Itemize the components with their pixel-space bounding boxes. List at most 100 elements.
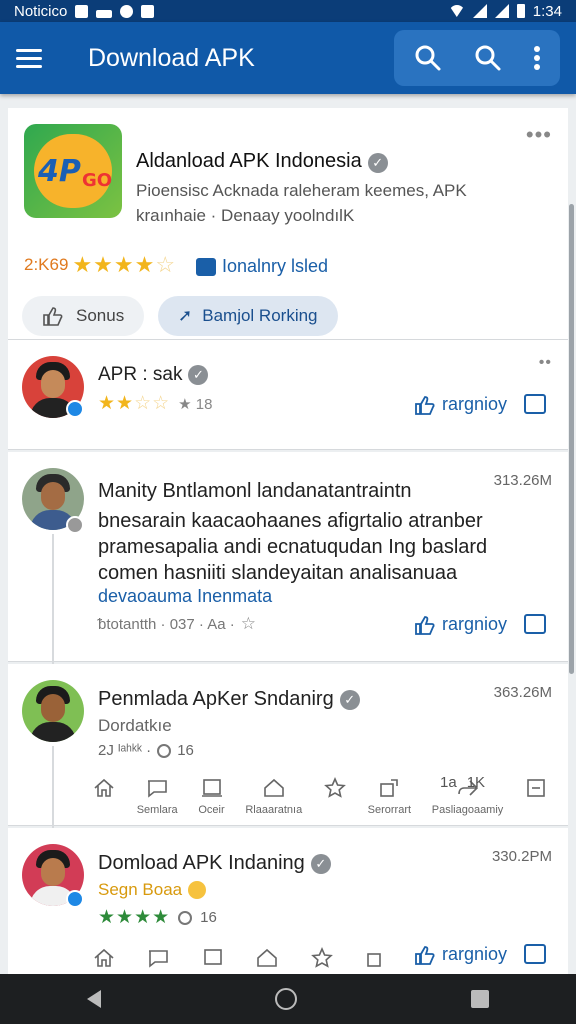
notification-icon [75, 4, 89, 18]
save-icon[interactable] [524, 614, 546, 634]
avatar [22, 680, 84, 742]
author-name: Manity Bntlamonl landanatantraintn [98, 480, 412, 502]
home-button-icon[interactable] [275, 988, 297, 1010]
notification-icon [120, 4, 134, 18]
house-icon[interactable] [255, 946, 279, 970]
clock-icon [178, 910, 193, 925]
post-meta: 2J ᴵᵃʰᵏᵏ · 16 [98, 742, 194, 759]
search-icon[interactable] [462, 34, 514, 82]
app-title: Aldanload APK Indonesia [136, 150, 362, 172]
menu-icon[interactable] [16, 38, 56, 78]
status-bar: Noticico 1:34 [0, 0, 576, 22]
chat-icon[interactable]: Semlara [137, 776, 178, 816]
post-author: APR : sak ✓ [98, 364, 209, 386]
more-horiz-icon[interactable]: •• [539, 354, 552, 372]
icon-label: Pasliagoaamiy [431, 804, 504, 816]
app-description-line: Pioensisc Acknada raleheram keemes, APK [136, 181, 467, 200]
more-vert-icon[interactable] [522, 34, 552, 82]
back-icon[interactable] [87, 990, 101, 1008]
ranking-label: Bamjol Rorking [202, 306, 318, 325]
forward-text: 1a [440, 774, 457, 791]
search-icon[interactable] [402, 34, 454, 82]
installed-label: Ionalnry lsled [222, 256, 329, 276]
thread-line [52, 746, 54, 828]
app-description-line: kraınhaie · Denaay yoolndılK [136, 206, 355, 225]
star-icon: ☆ [240, 614, 257, 633]
count: 16 [177, 742, 194, 759]
forward-count: 1K [466, 774, 486, 791]
rating-stars: ★★★★☆ [72, 252, 177, 277]
save-icon[interactable] [524, 394, 546, 414]
stats-icon[interactable] [524, 776, 548, 816]
house-icon[interactable]: Rlaaaratnıa [245, 776, 302, 816]
home-icon[interactable] [92, 776, 116, 816]
post-body-line: bnesarain kaacaohaanes afigrtalio atranb… [98, 510, 483, 532]
post-subline: Segn Boaa [98, 880, 183, 899]
rating-count: 2:K69 [24, 255, 69, 274]
rating-meta: ★ 18 [178, 395, 213, 413]
clock: 1:34 [532, 2, 562, 20]
star-icon[interactable] [323, 776, 347, 816]
download-icon [196, 257, 216, 276]
post-time: 330.2PM [491, 848, 552, 865]
verified-icon: ✓ [339, 689, 360, 710]
signal-icon [494, 4, 509, 18]
thumbs-up-icon [43, 307, 63, 326]
meta-text: ᵬtotantth · 037 · Aa · [98, 615, 235, 633]
scrollbar[interactable] [569, 204, 574, 674]
thumbs-up-icon [415, 395, 435, 415]
app-bar-actions [394, 30, 560, 86]
post-author: Penmlada ApKer Sndanirg ✓ [98, 688, 360, 711]
post-card[interactable]: 313.26M Manity Bntlamonl landanatantrain… [8, 452, 568, 664]
thread-line [52, 534, 54, 664]
share-icon[interactable]: Serorrart [368, 776, 411, 816]
star-icon[interactable] [310, 946, 334, 970]
action-label: rargnioy [442, 944, 508, 964]
post-card[interactable]: 330.2PM Domload APK Indaning ✓ Segn Boaa … [8, 828, 568, 974]
author-name: APR : sak [98, 364, 183, 385]
verified-icon [66, 400, 84, 418]
meta-text: 2J ᴵᵃʰᵏᵏ · [98, 742, 152, 759]
badge-icon [66, 516, 84, 534]
save-icon[interactable] [524, 944, 546, 964]
rating-stars: ★★★★ [98, 907, 171, 928]
post-subline: Dordatkıe [98, 716, 172, 735]
post-rating: ★★☆☆ ★ 18 [98, 392, 212, 415]
home-icon[interactable] [92, 946, 116, 970]
ranking-button[interactable]: ➚ Bamjol Rorking [158, 296, 338, 336]
forward-meta: 1a 1K [440, 774, 485, 791]
share-icon[interactable] [364, 946, 388, 970]
page-title: Download APK [88, 43, 255, 72]
card-icon[interactable] [201, 946, 225, 970]
post-time: 363.26M [493, 684, 552, 701]
app-bar: Download APK [0, 22, 576, 94]
action-link[interactable]: rargnioy [414, 944, 507, 965]
icon-label: Oceir [198, 804, 225, 816]
like-label: Sonus [76, 306, 125, 325]
count: 16 [200, 909, 217, 926]
carrier-label: Noticico [14, 2, 68, 20]
recents-icon[interactable] [471, 990, 489, 1008]
icon-label: Semlara [136, 804, 178, 816]
chat-icon[interactable] [146, 946, 170, 970]
action-label: rargnioy [442, 394, 508, 414]
post-link[interactable]: devaoauma Inenmata [98, 586, 272, 607]
action-link[interactable]: rargnioy [414, 614, 507, 635]
app-logo: 4P GO [24, 124, 122, 218]
more-horiz-icon[interactable]: ••• [526, 122, 552, 148]
post-card[interactable]: 363.26M Penmlada ApKer Sndanirg ✓ Dordatk… [8, 664, 568, 828]
post-body: bnesarain kaacaohaanes afigrtalio atranb… [98, 508, 487, 586]
notification-icon [96, 9, 113, 18]
installed-badge[interactable]: Ionalnry lsled [196, 256, 328, 277]
like-button[interactable]: Sonus [22, 296, 145, 336]
wifi-icon [448, 5, 465, 17]
app-card[interactable]: 4P GO Aldanload APK Indonesia ✓ Pioensisc… [8, 108, 568, 340]
icon-label: Rlaaaratnıa [245, 804, 303, 816]
post-rating: ★★★★ 16 [98, 906, 217, 929]
rating-stars: ★★☆☆ [98, 393, 171, 414]
icon-label: Serorrart [367, 804, 412, 816]
post-card[interactable]: APR : sak ✓ •• ★★☆☆ ★ 18 rargnioy [8, 340, 568, 450]
card-icon[interactable]: Oceir [198, 776, 225, 816]
post-author: Domload APK Indaning ✓ [98, 852, 331, 875]
action-link[interactable]: rargnioy [414, 394, 507, 415]
